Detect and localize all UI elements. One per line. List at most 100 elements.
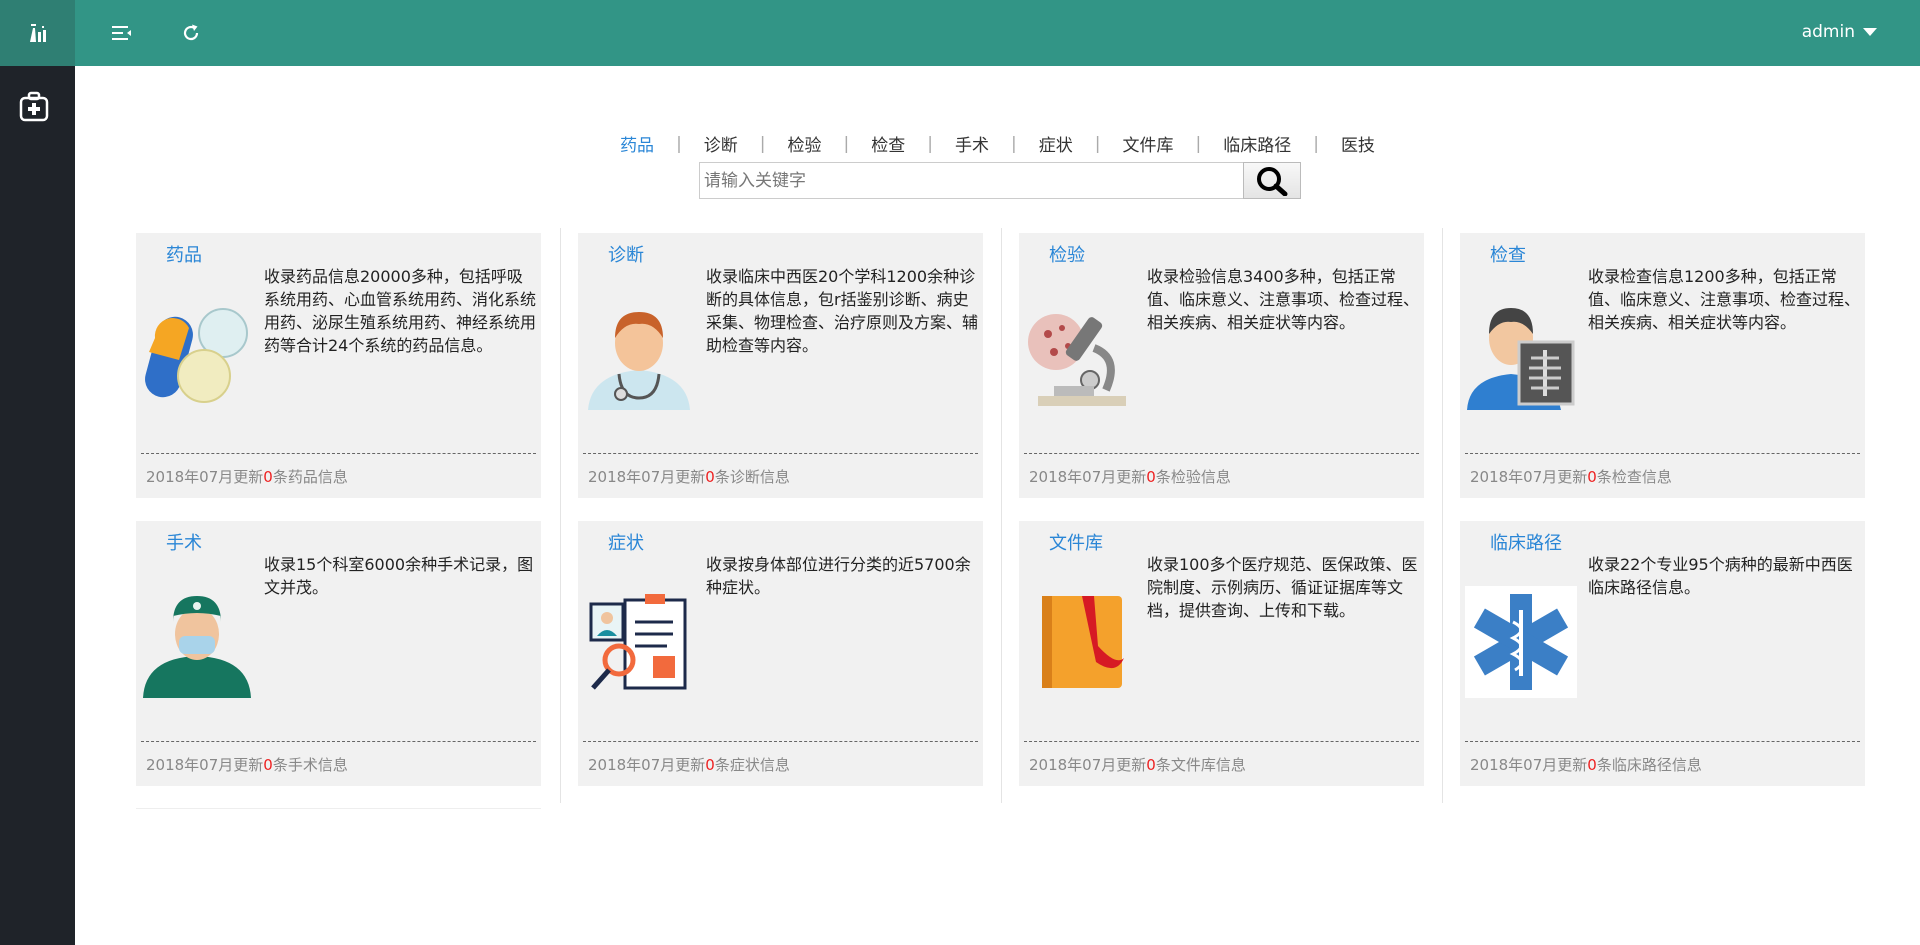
- card-description: 收录22个专业95个病种的最新中西医临床路径信息。: [1588, 555, 1853, 597]
- flask-logo-icon: [29, 24, 46, 42]
- medical-kit-icon[interactable]: [18, 90, 50, 124]
- tab-examination[interactable]: 检查: [867, 131, 909, 156]
- update-count: 0: [1587, 756, 1597, 774]
- update-date: 2018年07月更新: [146, 468, 264, 486]
- update-count: 0: [705, 756, 715, 774]
- logo[interactable]: [0, 0, 75, 66]
- divider: |: [927, 133, 933, 154]
- card-lab-test: 检验 收录检验信息3400多种，包括正常值、临床意义、注意事项、检查过程、相关疾…: [1019, 233, 1424, 498]
- card-title[interactable]: 手术: [166, 529, 202, 555]
- tab-drugs[interactable]: 药品: [616, 131, 658, 156]
- card-footer: 2018年07月更新0条诊断信息: [588, 466, 790, 487]
- card-title[interactable]: 诊断: [608, 241, 644, 267]
- update-date: 2018年07月更新: [146, 756, 264, 774]
- update-label: 条临床路径信息: [1596, 756, 1702, 774]
- update-label: 条检查信息: [1596, 468, 1672, 486]
- card-documents: 文件库 收录100多个医疗规范、医保政策、医院制度、示例病历、循证证据库等文档，…: [1019, 521, 1424, 786]
- card-examination: 检查 收录检查信息1200多种，包括正常值、临床意义、注意事项、检查过程、相关疾…: [1460, 233, 1865, 498]
- tab-lab-test[interactable]: 检验: [784, 131, 826, 156]
- category-tabs: 药品 | 诊断 | 检验 | 检查 | 手术 | 症状 | 文件库 | 临床路径…: [0, 131, 1920, 157]
- update-count: 0: [1146, 756, 1156, 774]
- search-bar: [699, 162, 1301, 199]
- card-title[interactable]: 临床路径: [1490, 529, 1562, 555]
- divider: |: [676, 133, 682, 154]
- pills-icon: [145, 308, 248, 403]
- card-clinical-pathway: 临床路径 收录22个专业95个病种的最新中西医临床路径信息。 2018年07月更…: [1460, 521, 1865, 786]
- chevron-down-icon: [1863, 28, 1877, 36]
- update-label: 条药品信息: [272, 468, 348, 486]
- username: admin: [1801, 22, 1855, 42]
- search-icon: [1257, 166, 1288, 196]
- tab-surgery[interactable]: 手术: [951, 131, 993, 156]
- divider: [1465, 741, 1860, 742]
- card-surgery: 手术 收录15个科室6000余种手术记录，图文并茂。 2018年07月更新0条手…: [136, 521, 541, 786]
- update-label: 条文件库信息: [1155, 756, 1246, 774]
- update-count: 0: [1587, 468, 1597, 486]
- card-footer: 2018年07月更新0条检查信息: [1470, 466, 1672, 487]
- divider: |: [1011, 133, 1017, 154]
- divider: |: [1195, 133, 1202, 154]
- xray-icon: [1467, 308, 1575, 410]
- card-description: 收录药品信息20000多种，包括呼吸系统用药、心血管系统用药、消化系统用药、泌尿…: [264, 267, 537, 355]
- divider: [1024, 453, 1419, 454]
- card-title[interactable]: 药品: [166, 241, 202, 267]
- tab-clinical-pathway[interactable]: 临床路径: [1219, 131, 1295, 156]
- card-description: 收录临床中西医20个学科1200余种诊断的具体信息，包r括鉴别诊断、病史采集、物…: [706, 267, 979, 355]
- tab-symptoms[interactable]: 症状: [1035, 131, 1077, 156]
- search-button[interactable]: [1243, 162, 1301, 199]
- card-footer: 2018年07月更新0条临床路径信息: [1470, 754, 1702, 775]
- divider: |: [1313, 133, 1319, 154]
- search-input[interactable]: [699, 162, 1244, 199]
- card-description: 收录检查信息1200多种，包括正常值、临床意义、注意事项、检查过程、相关疾病、相…: [1588, 267, 1861, 332]
- card-symptoms: 症状 收录按身体部位进行分类的近5700余种症状。 2018年07月更新0条症状…: [578, 521, 983, 786]
- card-footer: 2018年07月更新0条检验信息: [1029, 466, 1231, 487]
- card-title[interactable]: 文件库: [1049, 529, 1103, 555]
- doctor-icon: [588, 312, 690, 410]
- card-description: 收录100多个医疗规范、医保政策、医院制度、示例病历、循证证据库等文档，提供查询…: [1147, 555, 1418, 620]
- card-description: 收录15个科室6000余种手术记录，图文并茂。: [264, 555, 534, 597]
- divider: |: [759, 133, 766, 154]
- card-footer: 2018年07月更新0条手术信息: [146, 754, 348, 775]
- microscope-icon: [1028, 314, 1126, 406]
- divider: [1465, 453, 1860, 454]
- divider: [141, 741, 536, 742]
- user-menu[interactable]: admin: [1802, 22, 1877, 42]
- card-footer: 2018年07月更新0条文件库信息: [1029, 754, 1246, 775]
- update-count: 0: [263, 468, 273, 486]
- divider: [136, 808, 541, 809]
- divider: [141, 453, 536, 454]
- divider: [1024, 741, 1419, 742]
- tab-medical-tech[interactable]: 医技: [1337, 131, 1379, 156]
- top-bar: admin: [75, 0, 1920, 66]
- card-drugs: 药品 收录药品信息20000多种，包括呼吸系统用药、心血管系统用药、消化系统用药…: [136, 233, 541, 498]
- update-count: 0: [263, 756, 273, 774]
- divider: |: [1094, 133, 1101, 154]
- update-date: 2018年07月更新: [1029, 756, 1147, 774]
- divider: |: [843, 133, 850, 154]
- update-date: 2018年07月更新: [588, 468, 706, 486]
- tab-diagnosis[interactable]: 诊断: [700, 131, 742, 156]
- card-title[interactable]: 检查: [1490, 241, 1526, 267]
- tab-documents[interactable]: 文件库: [1118, 131, 1177, 156]
- star-of-life-icon: [1465, 586, 1577, 698]
- menu-toggle-icon[interactable]: [112, 24, 132, 42]
- divider: [583, 453, 978, 454]
- card-description: 收录检验信息3400多种，包括正常值、临床意义、注意事项、检查过程、相关疾病、相…: [1147, 267, 1420, 332]
- update-count: 0: [705, 468, 715, 486]
- column-divider: [1001, 228, 1002, 803]
- book-icon: [1042, 596, 1124, 688]
- update-date: 2018年07月更新: [1470, 756, 1588, 774]
- clipboard-search-icon: [589, 594, 687, 690]
- card-footer: 2018年07月更新0条症状信息: [588, 754, 790, 775]
- card-title[interactable]: 症状: [608, 529, 644, 555]
- update-date: 2018年07月更新: [588, 756, 706, 774]
- card-title[interactable]: 检验: [1049, 241, 1085, 267]
- update-date: 2018年07月更新: [1470, 468, 1588, 486]
- update-label: 条症状信息: [714, 756, 790, 774]
- update-label: 条检验信息: [1155, 468, 1231, 486]
- surgeon-icon: [143, 596, 251, 698]
- card-footer: 2018年07月更新0条药品信息: [146, 466, 348, 487]
- divider: [583, 741, 978, 742]
- refresh-icon[interactable]: [181, 23, 201, 43]
- update-date: 2018年07月更新: [1029, 468, 1147, 486]
